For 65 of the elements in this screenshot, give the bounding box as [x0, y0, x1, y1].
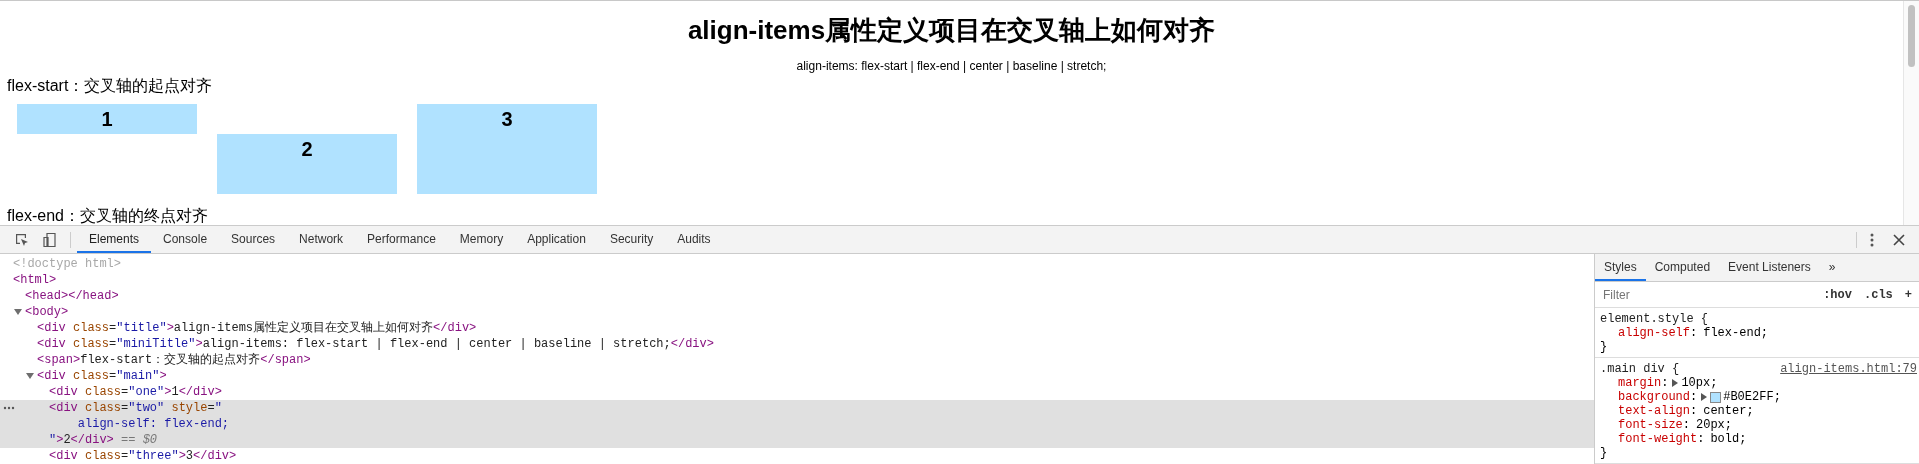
code-line: <div class="title">align-items属性定义项目在交叉轴上如何对齐</div> — [37, 320, 477, 336]
expand-triangle-icon[interactable] — [1701, 393, 1708, 401]
page-title: align-items属性定义项目在交叉轴上如何对齐 — [686, 14, 1217, 47]
devtools-tab[interactable]: Audits — [665, 226, 723, 253]
css-value: #B0E2FF; — [1723, 390, 1781, 404]
css-property: background: — [1618, 390, 1698, 404]
css-brace: } — [1600, 446, 1608, 460]
flex-item: 3 — [417, 104, 597, 194]
styles-tab[interactable]: Styles — [1595, 254, 1646, 281]
css-value: 20px; — [1696, 418, 1733, 432]
code-line: <body> — [25, 304, 69, 320]
devtools-tab[interactable]: Network — [287, 226, 356, 253]
source-link[interactable]: align-items.html:79 — [1780, 362, 1917, 376]
toolbar-button[interactable]: :hov — [1820, 287, 1855, 302]
color-swatch[interactable] — [1710, 391, 1722, 403]
flex-item: 1 — [17, 104, 197, 134]
css-value: flex-end; — [1703, 326, 1769, 340]
devtools-tab[interactable]: Performance — [355, 226, 448, 253]
flex-item: 2 — [217, 134, 397, 194]
css-selector: element.style { — [1600, 312, 1709, 326]
code-line: <div class="two" style=" — [49, 400, 222, 416]
styles-tab[interactable]: » — [1819, 254, 1845, 281]
scrollbar-thumb[interactable] — [1908, 5, 1915, 67]
device-icon[interactable] — [42, 231, 58, 248]
code-line: <div class="miniTitle">align-items: flex-start | flex-end | center | baseline | stretch;</div> — [37, 336, 714, 352]
css-brace: } — [1600, 340, 1608, 354]
css-value: 10px; — [1681, 376, 1718, 390]
close-icon[interactable] — [1893, 233, 1905, 246]
code-line: <div class="one">1</div> — [49, 384, 222, 400]
expand-triangle-icon[interactable] — [26, 372, 34, 380]
code-line: align-self: flex-end; — [76, 416, 230, 432]
devtools-tab[interactable]: Console — [151, 226, 220, 253]
section-label: flex-start：交叉轴的起点对齐 — [7, 78, 214, 94]
styles-tab[interactable]: Computed — [1645, 254, 1720, 281]
code-line: <div class="three">3</div> — [49, 448, 237, 464]
css-property: margin: — [1618, 376, 1669, 390]
expand-triangle-icon[interactable] — [1672, 379, 1679, 387]
page-subtitle: align-items: flex-start | flex-end | center | baseline | stretch; — [795, 58, 1108, 74]
code-line: <html> — [13, 272, 57, 288]
selected-node-highlight[interactable]: <div class="two" style=" align-self: flex-end; ">2</div> == $0 — [0, 400, 1594, 448]
css-property: font-weight: — [1618, 432, 1705, 446]
more-icon[interactable] — [3, 406, 15, 410]
css-property: font-size: — [1618, 418, 1690, 432]
toolbar-button[interactable]: + — [1901, 287, 1915, 302]
styles-tab[interactable]: Event Listeners — [1719, 254, 1820, 281]
devtools-tab[interactable]: Sources — [219, 226, 288, 253]
css-value: bold; — [1710, 432, 1747, 446]
css-property: text-align: — [1618, 404, 1698, 418]
expand-triangle-icon[interactable] — [14, 308, 22, 316]
inspect-icon[interactable] — [14, 231, 30, 248]
devtools-tab[interactable]: Memory — [447, 226, 516, 253]
more-options-icon[interactable] — [1869, 231, 1875, 248]
css-property: align-self: — [1618, 326, 1698, 340]
code-line: ">2</div> == $0 — [49, 432, 158, 448]
code-line: <!doctype html> — [13, 256, 122, 272]
devtools-tab[interactable]: Application — [515, 226, 598, 253]
code-line: <div class="main"> — [37, 368, 167, 384]
devtools-tab[interactable]: Elements — [77, 226, 152, 253]
css-value: center; — [1703, 404, 1754, 418]
css-selector: .main div { — [1600, 362, 1680, 376]
code-line: <head></head> — [25, 288, 119, 304]
section-label: flex-end：交叉轴的终点对齐 — [7, 208, 209, 224]
devtools-tab[interactable]: Security — [597, 226, 666, 253]
code-line: <span>flex-start：交叉轴的起点对齐</span> — [37, 352, 311, 368]
toolbar-button[interactable]: .cls — [1861, 287, 1896, 302]
